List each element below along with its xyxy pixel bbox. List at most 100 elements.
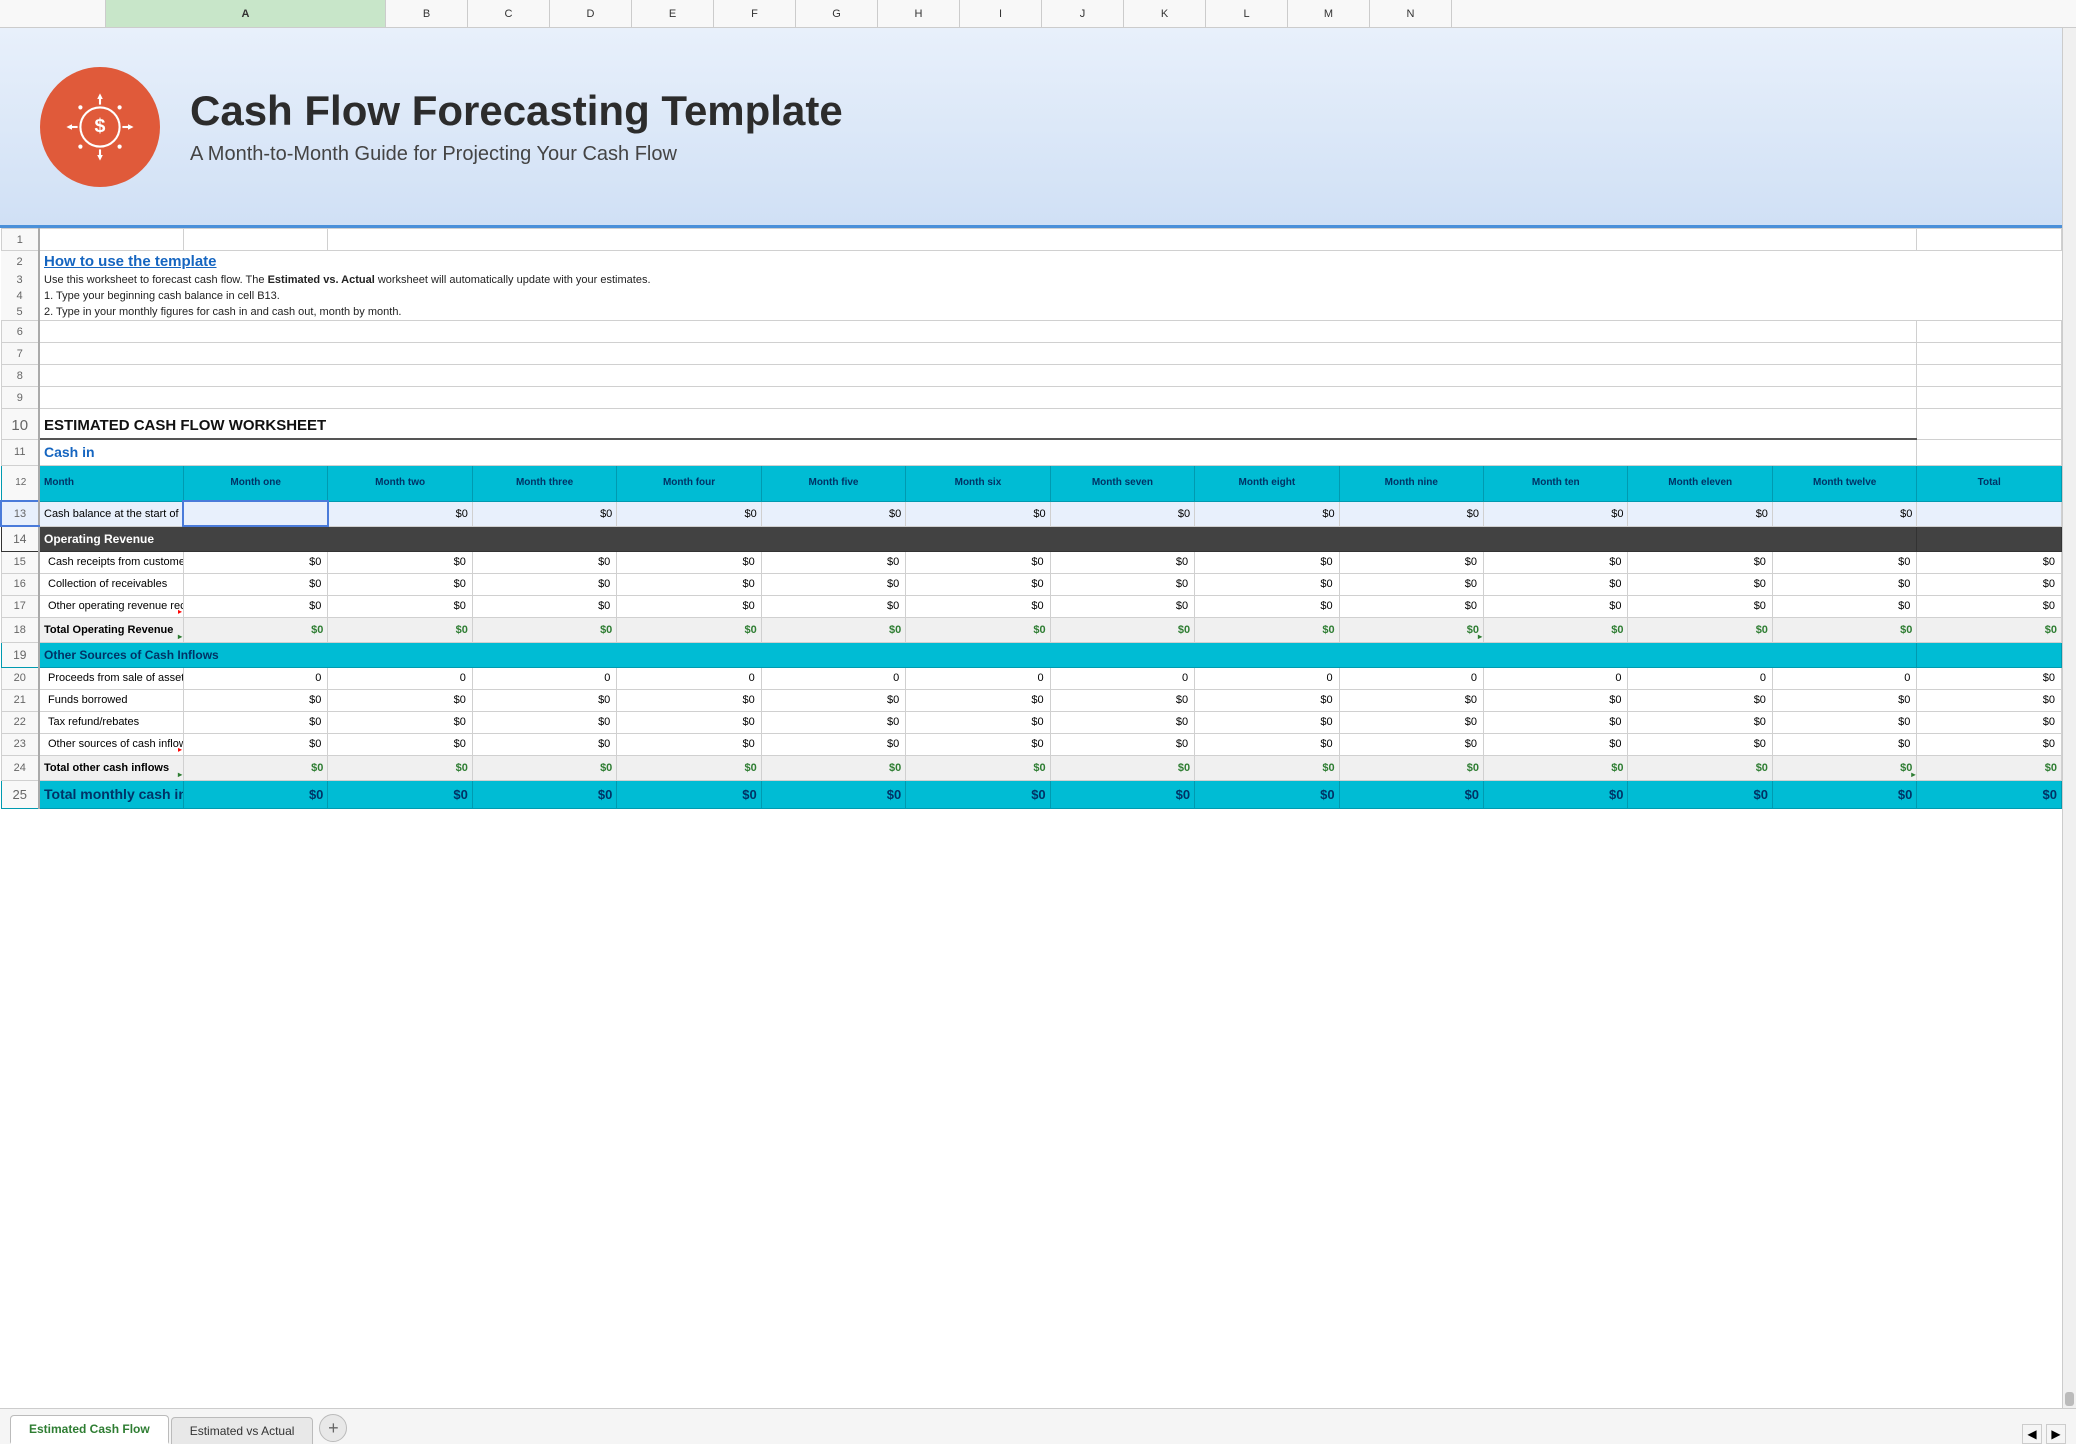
ps-m10[interactable]: 0 xyxy=(1484,667,1628,689)
tm-m12[interactable]: $0 xyxy=(1772,780,1916,808)
col-j-header[interactable]: J xyxy=(1042,0,1124,27)
toc-m12[interactable]: $0 xyxy=(1772,755,1916,780)
cr-m10[interactable]: $0 xyxy=(1484,551,1628,573)
ps-m6[interactable]: 0 xyxy=(906,667,1050,689)
other-op-label[interactable]: Other operating revenue received xyxy=(39,595,183,617)
fb-m2[interactable]: $0 xyxy=(328,689,472,711)
fb-m5[interactable]: $0 xyxy=(761,689,905,711)
cash-balance-m4[interactable]: $0 xyxy=(617,501,761,526)
cr-m11[interactable]: $0 xyxy=(1628,551,1772,573)
tm-m11[interactable]: $0 xyxy=(1628,780,1772,808)
collection-label[interactable]: Collection of receivables xyxy=(39,573,183,595)
oo-total[interactable]: $0 xyxy=(1917,595,2062,617)
tm-m5[interactable]: $0 xyxy=(761,780,905,808)
col-m7[interactable]: $0 xyxy=(1050,573,1194,595)
tor-m1[interactable]: $0 xyxy=(183,617,327,642)
proceeds-label[interactable]: Proceeds from sale of assets xyxy=(39,667,183,689)
tab-estimated-vs-actual[interactable]: Estimated vs Actual xyxy=(171,1417,314,1444)
col-header-m8[interactable]: Month eight xyxy=(1195,465,1339,501)
col-m2[interactable]: $0 xyxy=(328,573,472,595)
cr-m7[interactable]: $0 xyxy=(1050,551,1194,573)
cell-n5[interactable] xyxy=(1917,304,2062,321)
tr-m2[interactable]: $0 xyxy=(328,711,472,733)
spreadsheet-area[interactable]: $ xyxy=(0,28,2062,1408)
cell-n4[interactable] xyxy=(1917,288,2062,304)
cr-m8[interactable]: $0 xyxy=(1195,551,1339,573)
col-header-m4[interactable]: Month four xyxy=(617,465,761,501)
ps-m11[interactable]: 0 xyxy=(1628,667,1772,689)
col-header-m1[interactable]: Month one xyxy=(183,465,327,501)
col-m9[interactable]: $0 xyxy=(1339,573,1483,595)
tr-m5[interactable]: $0 xyxy=(761,711,905,733)
cash-balance-m7[interactable]: $0 xyxy=(1050,501,1194,526)
oi-m11[interactable]: $0 xyxy=(1628,733,1772,755)
oo-m4[interactable]: $0 xyxy=(617,595,761,617)
col-c-header[interactable]: C xyxy=(468,0,550,27)
toc-total[interactable]: $0 xyxy=(1917,755,2062,780)
cr-m1[interactable]: $0 xyxy=(183,551,327,573)
oo-m1[interactable]: $0 xyxy=(183,595,327,617)
tr-m7[interactable]: $0 xyxy=(1050,711,1194,733)
tm-m4[interactable]: $0 xyxy=(617,780,761,808)
col-l-header[interactable]: L xyxy=(1206,0,1288,27)
funds-label[interactable]: Funds borrowed xyxy=(39,689,183,711)
cash-balance-m1[interactable] xyxy=(183,501,327,526)
toc-m8[interactable]: $0 xyxy=(1195,755,1339,780)
cr-m2[interactable]: $0 xyxy=(328,551,472,573)
toc-m5[interactable]: $0 xyxy=(761,755,905,780)
tr-m3[interactable]: $0 xyxy=(472,711,616,733)
toc-m7[interactable]: $0 xyxy=(1050,755,1194,780)
cash-balance-m3[interactable]: $0 xyxy=(472,501,616,526)
col-m4[interactable]: $0 xyxy=(617,573,761,595)
tr-m1[interactable]: $0 xyxy=(183,711,327,733)
col-m6[interactable]: $0 xyxy=(906,573,1050,595)
tm-m10[interactable]: $0 xyxy=(1484,780,1628,808)
tr-m10[interactable]: $0 xyxy=(1484,711,1628,733)
tor-m6[interactable]: $0 xyxy=(906,617,1050,642)
col-header-m6[interactable]: Month six xyxy=(906,465,1050,501)
col-n-header[interactable]: N xyxy=(1370,0,1452,27)
oo-m5[interactable]: $0 xyxy=(761,595,905,617)
tor-m5[interactable]: $0 xyxy=(761,617,905,642)
tr-m11[interactable]: $0 xyxy=(1628,711,1772,733)
tor-m9[interactable]: $0 xyxy=(1339,617,1483,642)
fb-m8[interactable]: $0 xyxy=(1195,689,1339,711)
cr-m3[interactable]: $0 xyxy=(472,551,616,573)
right-scrollbar[interactable] xyxy=(2062,28,2076,1408)
fb-m4[interactable]: $0 xyxy=(617,689,761,711)
oi-total[interactable]: $0 xyxy=(1917,733,2062,755)
tm-m3[interactable]: $0 xyxy=(472,780,616,808)
oo-m2[interactable]: $0 xyxy=(328,595,472,617)
oi-m12[interactable]: $0 xyxy=(1772,733,1916,755)
col-m12[interactable]: $0 xyxy=(1772,573,1916,595)
col-header-total[interactable]: Total xyxy=(1917,465,2062,501)
tab-scroll-left[interactable]: ◀ xyxy=(2022,1424,2042,1444)
cash-receipts-label[interactable]: Cash receipts from customers xyxy=(39,551,183,573)
col-header-m11[interactable]: Month eleven xyxy=(1628,465,1772,501)
tr-m6[interactable]: $0 xyxy=(906,711,1050,733)
oo-m6[interactable]: $0 xyxy=(906,595,1050,617)
col-header-m2[interactable]: Month two xyxy=(328,465,472,501)
ps-m1[interactable]: 0 xyxy=(183,667,327,689)
col-header-m10[interactable]: Month ten xyxy=(1484,465,1628,501)
tm-m6[interactable]: $0 xyxy=(906,780,1050,808)
tor-m3[interactable]: $0 xyxy=(472,617,616,642)
cr-m9[interactable]: $0 xyxy=(1339,551,1483,573)
cash-balance-m11[interactable]: $0 xyxy=(1628,501,1772,526)
tor-m8[interactable]: $0 xyxy=(1195,617,1339,642)
col-m3[interactable]: $0 xyxy=(472,573,616,595)
oi-m9[interactable]: $0 xyxy=(1339,733,1483,755)
tr-m9[interactable]: $0 xyxy=(1339,711,1483,733)
col-m8[interactable]: $0 xyxy=(1195,573,1339,595)
col-header-m9[interactable]: Month nine xyxy=(1339,465,1483,501)
scrollbar-thumb[interactable] xyxy=(2065,1392,2074,1406)
tab-estimated-cash-flow[interactable]: Estimated Cash Flow xyxy=(10,1415,169,1444)
tax-label[interactable]: Tax refund/rebates xyxy=(39,711,183,733)
col-i-header[interactable]: I xyxy=(960,0,1042,27)
cell-a1[interactable] xyxy=(39,229,183,251)
add-sheet-button[interactable]: + xyxy=(319,1414,347,1442)
ps-m3[interactable]: 0 xyxy=(472,667,616,689)
oo-m7[interactable]: $0 xyxy=(1050,595,1194,617)
fb-m7[interactable]: $0 xyxy=(1050,689,1194,711)
col-g-header[interactable]: G xyxy=(796,0,878,27)
